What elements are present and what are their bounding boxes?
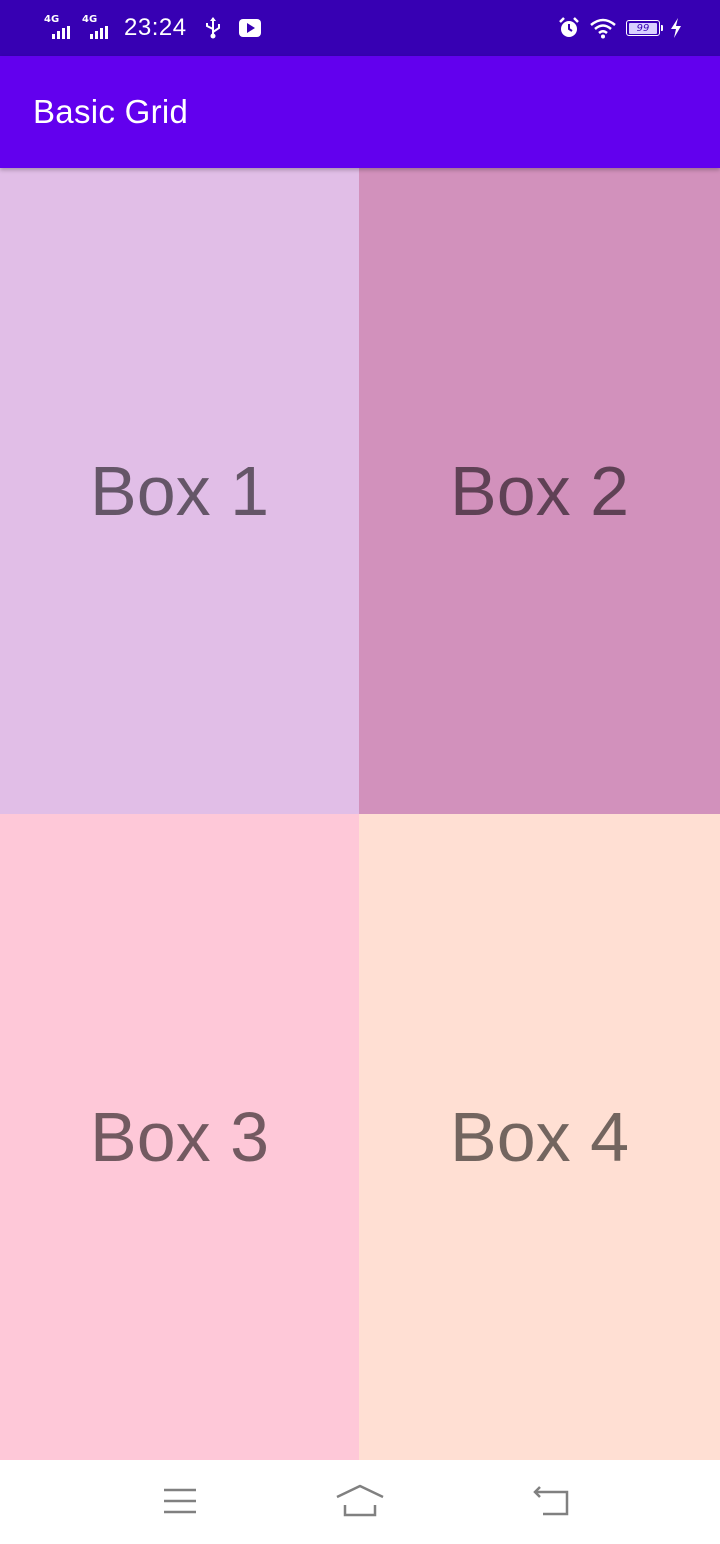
grid-box-label: Box 3 xyxy=(90,1098,269,1176)
grid-box-4: Box 4 xyxy=(359,814,720,1460)
charging-icon xyxy=(670,18,682,38)
usb-icon xyxy=(205,17,221,39)
status-bar: 4G 4G 23:24 99 xyxy=(0,0,720,56)
status-left: 4G 4G 23:24 xyxy=(44,13,261,43)
grid-box-3: Box 3 xyxy=(0,814,359,1460)
signal-icon: 4G xyxy=(82,13,114,43)
grid-box-label: Box 1 xyxy=(90,452,269,530)
alarm-icon xyxy=(558,17,580,39)
battery-level: 99 xyxy=(629,22,657,34)
grid-box-label: Box 4 xyxy=(450,1098,629,1176)
grid-box-2: Box 2 xyxy=(359,168,720,814)
app-title: Basic Grid xyxy=(33,93,189,130)
basic-grid: Box 1 Box 2 Box 3 Box 4 xyxy=(0,168,720,1460)
app-bar: Basic Grid xyxy=(0,56,720,168)
play-icon xyxy=(238,19,261,37)
signal-icon: 4G xyxy=(44,13,76,43)
grid-box-label: Box 2 xyxy=(450,452,629,530)
home-icon xyxy=(336,1484,384,1517)
grid-box-1: Box 1 xyxy=(0,168,359,814)
status-right: 99 xyxy=(548,17,682,39)
menu-button[interactable] xyxy=(155,1478,205,1524)
clock: 23:24 xyxy=(124,14,187,41)
battery-icon: 99 xyxy=(626,20,663,36)
network-type-label: 4G xyxy=(82,14,98,25)
menu-icon xyxy=(164,1488,196,1514)
back-button[interactable] xyxy=(524,1478,574,1524)
back-icon xyxy=(533,1486,569,1516)
screen: 4G 4G 23:24 99 Basic Grid Box 1 Box 2 Bo… xyxy=(0,0,720,1544)
home-button[interactable] xyxy=(335,1478,385,1524)
network-type-label: 4G xyxy=(44,14,60,25)
navigation-bar xyxy=(0,1460,720,1544)
wifi-icon xyxy=(590,17,616,39)
